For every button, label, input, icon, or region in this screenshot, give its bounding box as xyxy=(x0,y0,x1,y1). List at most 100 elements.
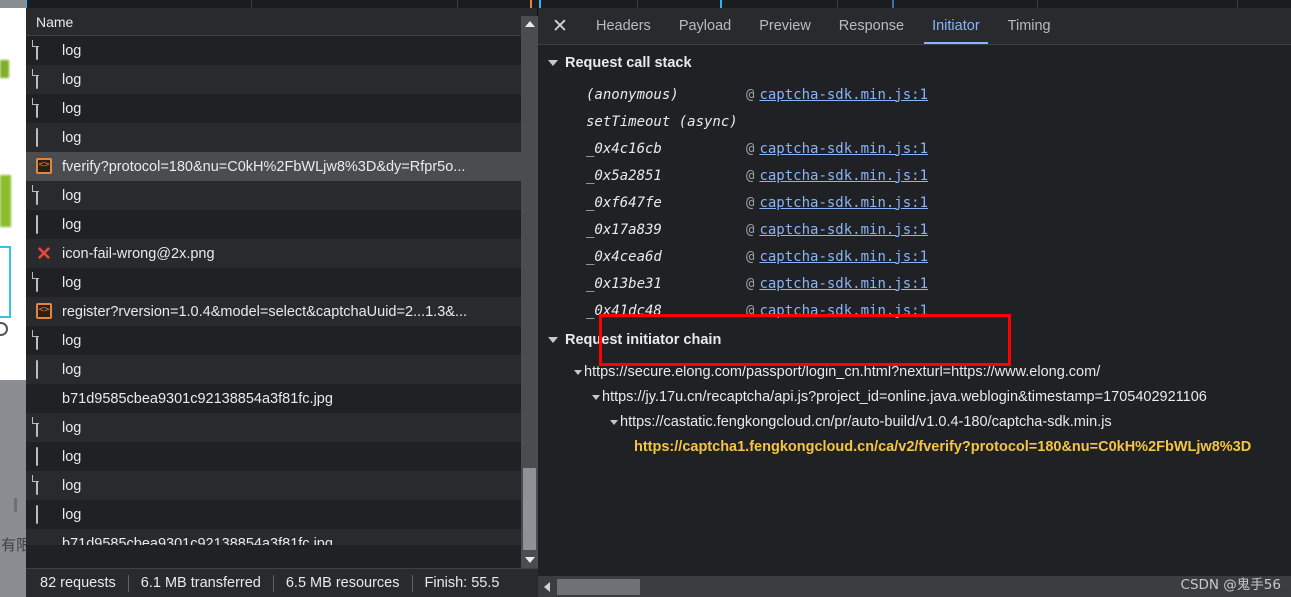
document-icon xyxy=(36,330,53,350)
close-icon[interactable]: ✕ xyxy=(538,8,582,44)
frame-name: _0x4cea6d xyxy=(586,248,662,265)
document-icon xyxy=(36,417,53,437)
initiator-chain-entry[interactable]: https://secure.elong.com/passport/login_… xyxy=(538,360,1291,385)
tab-headers[interactable]: Headers xyxy=(582,8,665,44)
table-row[interactable]: b71d9585cbea9301c92138854a3f81fc.jpg xyxy=(26,529,521,545)
source-link[interactable]: captcha-sdk.min.js:1 xyxy=(759,195,928,211)
scroll-up-arrow-icon[interactable] xyxy=(521,16,538,32)
chevron-down-icon[interactable] xyxy=(548,60,558,66)
detail-horizontal-scrollbar[interactable] xyxy=(538,576,1291,597)
source-link[interactable]: captcha-sdk.min.js:1 xyxy=(759,168,928,184)
table-row[interactable]: log xyxy=(26,268,521,297)
request-list-header[interactable]: Name xyxy=(26,8,537,36)
request-name: log xyxy=(62,216,82,233)
document-icon xyxy=(36,272,53,292)
square-icon xyxy=(36,359,53,379)
request-name: icon-fail-wrong@2x.png xyxy=(62,245,215,262)
csdn-watermark: CSDN @鬼手56 xyxy=(1180,577,1281,593)
document-icon xyxy=(36,185,53,205)
table-row[interactable]: log xyxy=(26,210,521,239)
table-row[interactable]: log xyxy=(26,442,521,471)
chevron-down-icon[interactable] xyxy=(592,395,600,400)
frame-name: (anonymous) xyxy=(586,86,679,103)
table-row[interactable]: log xyxy=(26,413,521,442)
source-link[interactable]: captcha-sdk.min.js:1 xyxy=(759,303,928,319)
request-detail-panel: ✕ Headers Payload Preview Response Initiator… xyxy=(538,8,1291,597)
table-row[interactable]: log xyxy=(26,94,521,123)
initiator-chain-entry[interactable]: https://captcha1.fengkongcloud.cn/ca/v2/… xyxy=(538,435,1291,460)
request-rows-container[interactable]: log log log log <> fverify?protocol=180&nu=C0… xyxy=(26,36,521,545)
image-icon xyxy=(36,390,53,408)
at-symbol: @ xyxy=(746,248,755,265)
vertical-scrollbar-thumb[interactable] xyxy=(523,468,536,550)
tab-initiator[interactable]: Initiator xyxy=(918,8,994,44)
request-name: log xyxy=(62,42,82,59)
source-link[interactable]: captcha-sdk.min.js:1 xyxy=(759,141,928,157)
source-link[interactable]: captcha-sdk.min.js:1 xyxy=(759,276,928,292)
detail-tabs: Headers Payload Preview Response Initiator Ti… xyxy=(582,8,1065,44)
status-transferred: 6.1 MB transferred xyxy=(140,575,261,591)
table-row[interactable]: log xyxy=(26,355,521,384)
call-stack-frame[interactable]: _0x13be31 @ captcha-sdk.min.js:1 xyxy=(586,270,1291,297)
initiator-chain-title: Request initiator chain xyxy=(565,332,722,348)
table-row[interactable]: log xyxy=(26,123,521,152)
table-row[interactable]: <> register?rversion=1.0.4&model=select&c… xyxy=(26,297,521,326)
call-stack-frame[interactable]: _0x5a2851 @ captcha-sdk.min.js:1 xyxy=(586,162,1291,189)
initiator-url: https://jy.17u.cn/recaptcha/api.js?proje… xyxy=(602,389,1207,405)
at-symbol: @ xyxy=(746,221,755,238)
network-overview-timeline[interactable] xyxy=(26,0,1291,8)
initiator-chain-entry[interactable]: https://jy.17u.cn/recaptcha/api.js?proje… xyxy=(538,385,1291,410)
table-row[interactable]: log xyxy=(26,181,521,210)
table-row[interactable]: log xyxy=(26,36,521,65)
tab-timing[interactable]: Timing xyxy=(994,8,1065,44)
tab-payload[interactable]: Payload xyxy=(665,8,745,44)
call-stack-frame[interactable]: setTimeout (async) xyxy=(586,108,1291,135)
scroll-left-arrow-icon[interactable] xyxy=(538,576,555,597)
table-row[interactable]: log xyxy=(26,65,521,94)
table-row[interactable]: log xyxy=(26,500,521,529)
source-link[interactable]: captcha-sdk.min.js:1 xyxy=(759,249,928,265)
tab-response[interactable]: Response xyxy=(825,8,918,44)
scroll-down-arrow-icon[interactable] xyxy=(521,552,538,568)
at-symbol: @ xyxy=(746,86,755,103)
square-icon xyxy=(36,214,53,234)
frame-name: _0x5a2851 xyxy=(586,167,662,184)
chevron-down-icon[interactable] xyxy=(574,370,582,375)
tab-preview[interactable]: Preview xyxy=(745,8,825,44)
document-icon xyxy=(36,475,53,495)
table-row[interactable]: log xyxy=(26,471,521,500)
status-resources: 6.5 MB resources xyxy=(285,575,400,591)
call-stack-frame[interactable]: _0x41dc48 @ captcha-sdk.min.js:1 xyxy=(586,297,1291,324)
at-symbol: @ xyxy=(746,302,755,319)
call-stack-frame[interactable]: _0x4c16cb @ captcha-sdk.min.js:1 xyxy=(586,135,1291,162)
call-stack-frame[interactable]: _0x4cea6d @ captcha-sdk.min.js:1 xyxy=(586,243,1291,270)
table-row[interactable]: b71d9585cbea9301c92138854a3f81fc.jpg xyxy=(26,384,521,413)
horizontal-scrollbar-thumb[interactable] xyxy=(557,578,640,595)
call-stack-frame[interactable]: _0xf647fe @ captcha-sdk.min.js:1 xyxy=(586,189,1291,216)
call-stack-frame[interactable]: _0x17a839 @ captcha-sdk.min.js:1 xyxy=(586,216,1291,243)
initiator-chain-entry[interactable]: https://castatic.fengkongcloud.cn/pr/aut… xyxy=(538,410,1291,435)
source-link[interactable]: captcha-sdk.min.js:1 xyxy=(759,87,928,103)
request-name: fverify?protocol=180&nu=C0kH%2FbWLjw8%3D… xyxy=(62,158,466,175)
detail-content[interactable]: Request call stack (anonymous) @ captcha-s… xyxy=(538,45,1291,576)
initiator-chain-section-header[interactable]: Request initiator chain xyxy=(538,324,1291,354)
document-icon xyxy=(36,69,53,89)
chevron-down-icon[interactable] xyxy=(610,420,618,425)
request-list-vertical-scrollbar[interactable] xyxy=(521,16,538,568)
call-stack-frame[interactable]: (anonymous) @ captcha-sdk.min.js:1 xyxy=(586,81,1291,108)
network-request-list-panel: Name log log log log <> fverify?protocol=180&… xyxy=(26,8,538,597)
at-symbol: @ xyxy=(746,275,755,292)
source-link[interactable]: captcha-sdk.min.js:1 xyxy=(759,222,928,238)
column-header-name[interactable]: Name xyxy=(36,14,73,30)
table-row[interactable]: <> fverify?protocol=180&nu=C0kH%2FbWLjw8%… xyxy=(26,152,521,181)
call-stack-section-header[interactable]: Request call stack xyxy=(538,45,1291,77)
chevron-down-icon[interactable] xyxy=(548,337,558,343)
table-row[interactable]: log xyxy=(26,326,521,355)
table-row[interactable]: ✕ icon-fail-wrong@2x.png xyxy=(26,239,521,268)
square-icon xyxy=(36,127,53,147)
request-name: register?rversion=1.0.4&model=select&cap… xyxy=(62,303,468,320)
webpage-tick-artifact xyxy=(14,498,17,512)
frame-name: _0x4c16cb xyxy=(586,140,662,157)
webpage-gray-footer xyxy=(0,380,26,597)
request-name: b71d9585cbea9301c92138854a3f81fc.jpg xyxy=(62,390,333,407)
